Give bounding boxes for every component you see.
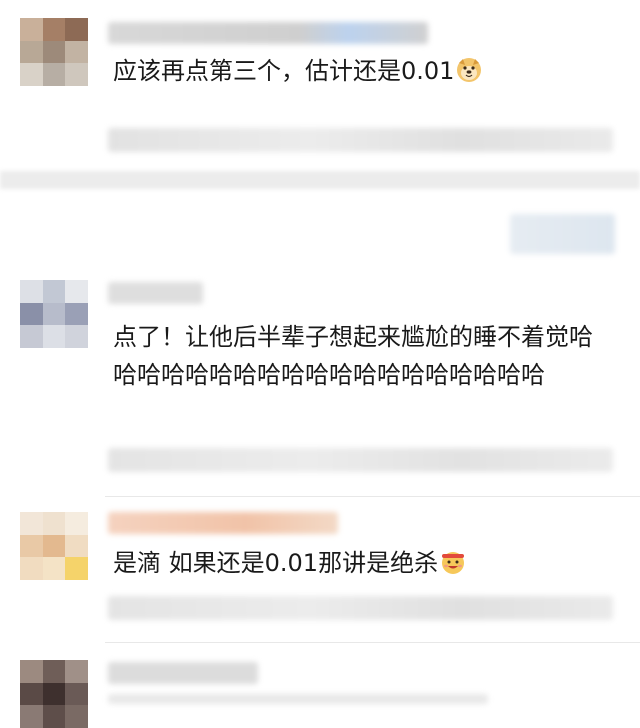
avatar[interactable] [20, 660, 88, 728]
section-divider [0, 171, 640, 189]
divider [105, 496, 640, 497]
avatar[interactable] [20, 18, 88, 86]
comment-item: 点了！让他后半辈子想起来尴尬的睡不着觉哈哈哈哈哈哈哈哈哈哈哈哈哈哈哈哈哈哈哈 [0, 200, 640, 490]
comment-text-blurred [108, 694, 488, 704]
comment-text: 应该再点第三个，估计还是0.01 [113, 52, 613, 90]
comment-item: 是滴 如果还是0.01那讲是绝杀 [0, 500, 640, 640]
comment-text-content: 点了！让他后半辈子想起来尴尬的睡不着觉哈哈哈哈哈哈哈哈哈哈哈哈哈哈哈哈哈哈哈 [113, 323, 593, 389]
reply-info-blurred [510, 214, 615, 254]
comment-text-content: 应该再点第三个，估计还是0.01 [113, 57, 455, 85]
comment-item [0, 650, 640, 728]
comment-meta-blurred [108, 596, 613, 620]
avatar[interactable] [20, 280, 88, 348]
cheering-emoji-icon [442, 552, 465, 574]
username-blurred[interactable] [108, 512, 338, 534]
comment-text: 是滴 如果还是0.01那讲是绝杀 [113, 544, 613, 582]
doge-emoji-icon [457, 58, 482, 82]
username-blurred[interactable] [108, 282, 203, 304]
username-blurred[interactable] [108, 662, 258, 684]
comment-meta-blurred [108, 448, 613, 472]
comment-meta-blurred [108, 128, 613, 152]
comment-item: 应该再点第三个，估计还是0.01 [0, 0, 640, 170]
comment-text: 点了！让他后半辈子想起来尴尬的睡不着觉哈哈哈哈哈哈哈哈哈哈哈哈哈哈哈哈哈哈哈 [113, 318, 598, 394]
username-blurred[interactable] [108, 22, 428, 44]
divider [105, 642, 640, 643]
comment-text-content: 是滴 如果还是0.01那讲是绝杀 [113, 549, 439, 577]
avatar[interactable] [20, 512, 88, 580]
